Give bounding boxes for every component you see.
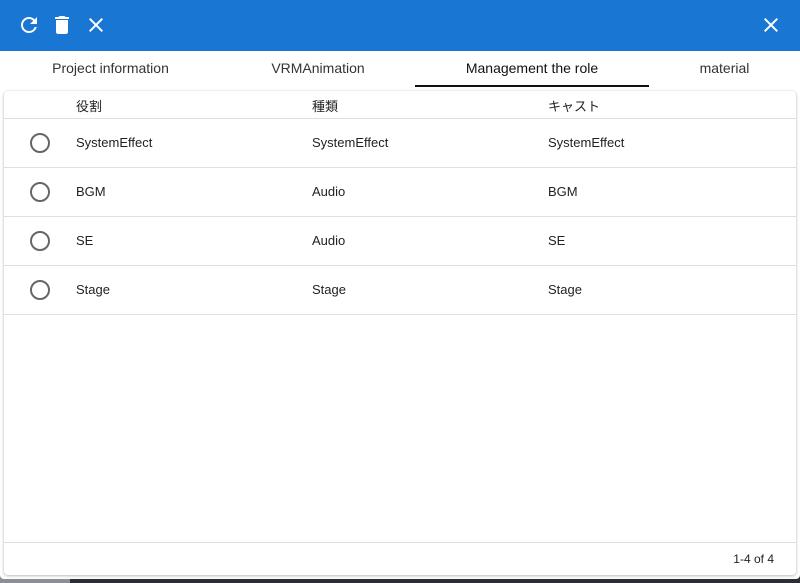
cell-role: SE — [76, 233, 94, 248]
cell-cast: SystemEffect — [548, 135, 625, 150]
table-row[interactable]: BGM Audio BGM — [4, 168, 796, 217]
tab-vrmanimation[interactable]: VRMAnimation — [221, 51, 415, 88]
active-tab-indicator — [415, 85, 649, 87]
column-header-cast[interactable]: キャスト — [548, 96, 600, 115]
table-row[interactable]: Stage Stage Stage — [4, 266, 796, 315]
cell-type: SystemEffect — [312, 135, 389, 150]
row-radio-button[interactable] — [30, 182, 50, 202]
row-radio-button[interactable] — [30, 133, 50, 153]
cell-role: BGM — [76, 184, 106, 199]
cell-role: SystemEffect — [76, 135, 153, 150]
close-dialog-button[interactable] — [759, 13, 783, 37]
tab-material[interactable]: material — [649, 51, 800, 88]
cell-cast: BGM — [548, 184, 578, 199]
close-icon — [764, 18, 778, 32]
tab-project-information[interactable]: Project information — [0, 51, 221, 88]
column-header-role[interactable]: 役割 — [76, 96, 102, 115]
cell-type: Audio — [312, 184, 346, 199]
cell-type: Audio — [312, 233, 346, 248]
refresh-icon — [21, 17, 37, 33]
table-footer: 1-4 of 4 — [4, 542, 796, 576]
role-management-dialog: Project information VRMAnimation Managem… — [0, 0, 800, 579]
delete-button[interactable] — [50, 13, 74, 37]
cell-cast: SE — [548, 233, 566, 248]
tab-bar: Project information VRMAnimation Managem… — [0, 51, 800, 88]
table-header: 役割 種類 キャスト — [4, 91, 796, 119]
pagination-range: 1-4 of 4 — [733, 552, 774, 566]
tab-management-the-role[interactable]: Management the role — [415, 51, 649, 88]
trash-icon — [55, 16, 69, 34]
role-table: 役割 種類 キャスト SystemEffect SystemEffect Sys… — [4, 91, 796, 575]
dialog-toolbar — [0, 0, 800, 51]
refresh-button[interactable] — [17, 13, 41, 37]
table-row[interactable]: SE Audio SE — [4, 217, 796, 266]
row-radio-button[interactable] — [30, 231, 50, 251]
cell-cast: Stage — [548, 282, 582, 297]
table-row[interactable]: SystemEffect SystemEffect SystemEffect — [4, 119, 796, 168]
clear-button[interactable] — [84, 13, 108, 37]
close-icon — [89, 18, 103, 32]
row-radio-button[interactable] — [30, 280, 50, 300]
cell-role: Stage — [76, 282, 110, 297]
column-header-type[interactable]: 種類 — [312, 96, 338, 115]
cell-type: Stage — [312, 282, 346, 297]
